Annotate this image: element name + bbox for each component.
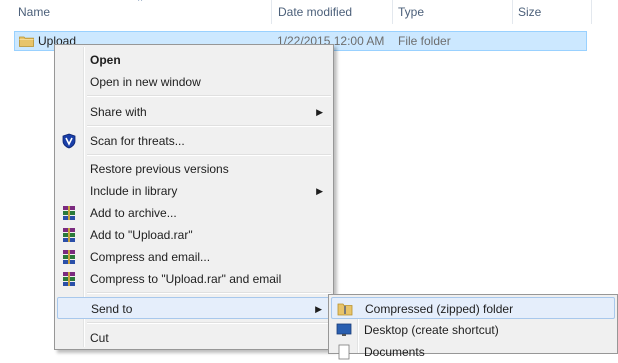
winrar-icon <box>63 250 75 264</box>
shield-icon <box>62 133 76 149</box>
column-divider[interactable] <box>512 0 513 24</box>
menu-item-label: Compress and email... <box>90 250 211 264</box>
menu-item-compress-upload-email[interactable]: Compress to "Upload.rar" and email <box>57 268 331 290</box>
menu-item-label: Include in library <box>90 184 178 198</box>
send-to-submenu: Compressed (zipped) folder Desktop (crea… <box>328 294 618 360</box>
column-divider[interactable] <box>271 0 272 24</box>
menu-item-label: Add to "Upload.rar" <box>90 228 193 242</box>
folder-icon <box>19 36 34 47</box>
file-type: File folder <box>398 34 451 48</box>
menu-item-add-upload-rar[interactable]: Add to "Upload.rar" <box>57 224 331 246</box>
menu-item-label: Send to <box>91 302 133 316</box>
menu-item-label: Compress to "Upload.rar" and email <box>90 272 282 286</box>
column-divider[interactable] <box>591 0 592 24</box>
menu-item-include-library[interactable]: Include in library ▶ <box>57 180 331 202</box>
send-to-documents[interactable]: Documents <box>331 341 615 363</box>
documents-icon <box>338 344 350 360</box>
menu-item-open-new-window[interactable]: Open in new window <box>57 71 331 93</box>
send-to-compressed-folder[interactable]: Compressed (zipped) folder <box>331 297 615 319</box>
menu-separator <box>87 125 331 127</box>
zip-folder-icon <box>337 303 353 316</box>
submenu-arrow-icon: ▶ <box>316 107 323 117</box>
sort-caret-icon: ^ <box>138 0 143 6</box>
menu-item-label: Share with <box>90 105 147 119</box>
column-size-header[interactable]: Size <box>518 0 541 24</box>
context-menu: Open Open in new window Share with ▶ Sca… <box>54 44 334 350</box>
menu-item-label: Cut <box>90 331 109 345</box>
menu-item-restore-versions[interactable]: Restore previous versions <box>57 158 331 180</box>
menu-item-label: Restore previous versions <box>90 162 229 176</box>
menu-item-share-with[interactable]: Share with ▶ <box>57 101 331 123</box>
menu-item-scan-threats[interactable]: Scan for threats... <box>57 130 331 152</box>
menu-separator <box>87 154 331 156</box>
column-date-header[interactable]: Date modified <box>278 0 352 24</box>
menu-item-send-to[interactable]: Send to ▶ <box>57 297 331 319</box>
menu-separator <box>87 95 331 97</box>
menu-item-cut[interactable]: Cut <box>57 327 331 349</box>
submenu-item-label: Desktop (create shortcut) <box>364 323 499 337</box>
menu-item-label: Scan for threats... <box>90 134 185 148</box>
menu-separator <box>87 322 331 324</box>
submenu-item-label: Documents <box>364 345 425 359</box>
send-to-desktop[interactable]: Desktop (create shortcut) <box>331 319 615 341</box>
winrar-icon <box>63 228 75 242</box>
desktop-icon <box>336 323 352 336</box>
column-name-header[interactable]: Name <box>18 0 50 24</box>
submenu-arrow-icon: ▶ <box>315 304 322 314</box>
menu-item-open[interactable]: Open <box>57 49 331 71</box>
menu-item-add-archive[interactable]: Add to archive... <box>57 202 331 224</box>
column-divider[interactable] <box>392 0 393 24</box>
menu-item-label: Open in new window <box>90 75 201 89</box>
menu-item-label: Add to archive... <box>90 206 177 220</box>
submenu-arrow-icon: ▶ <box>316 186 323 196</box>
menu-item-compress-email[interactable]: Compress and email... <box>57 246 331 268</box>
submenu-item-label: Compressed (zipped) folder <box>365 302 514 316</box>
menu-item-label: Open <box>90 53 121 67</box>
column-header: Name ^ Date modified Type Size <box>0 0 618 24</box>
winrar-icon <box>63 272 75 286</box>
menu-separator <box>87 292 331 294</box>
winrar-icon <box>63 206 75 220</box>
column-type-header[interactable]: Type <box>398 0 424 24</box>
